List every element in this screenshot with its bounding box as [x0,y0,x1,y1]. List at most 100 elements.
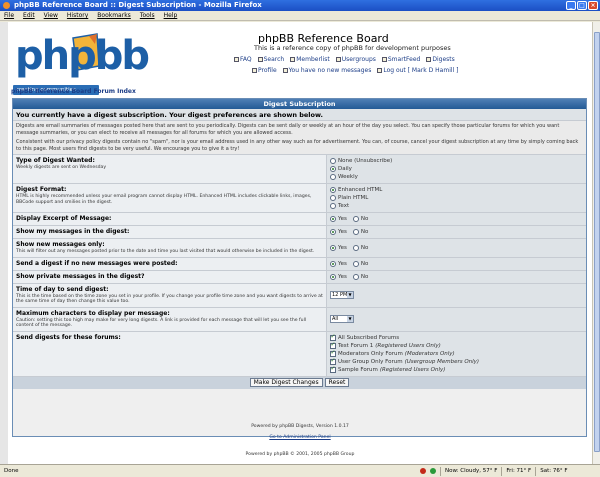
panel-title: Digest Subscription [13,99,586,109]
weather-now[interactable]: Now: Cloudy, 57° F [445,465,497,477]
scrollbar-thumb[interactable] [594,32,600,452]
menu-file[interactable]: File [4,11,14,20]
excerpt-yes[interactable]: Yes [330,215,347,223]
mine-no[interactable]: No [352,228,368,236]
time-label: Time of day to send digest: [16,285,109,293]
option-enhanced-html[interactable]: Enhanced HTML [330,186,583,194]
radio-plain-html[interactable] [330,195,336,201]
weather-saturday[interactable]: Sat: 76° F [540,465,567,477]
weather-friday[interactable]: Fri: 71° F [506,465,531,477]
chevron-down-icon: ▼ [347,316,353,323]
row-new-only: Show new messages only: This will filter… [13,239,586,258]
page-viewport: phpbb creating communities phpBB Referen… [0,22,600,464]
link-logout[interactable]: Log out [ Mark D Hamill ] [377,67,458,74]
minimize-button[interactable]: _ [566,1,576,10]
excerpt-no[interactable]: No [352,215,368,223]
radio-newonly-yes[interactable] [330,244,336,251]
search-icon [257,57,263,62]
forum-test-1[interactable]: Test Forum 1 (Registered Users Only) [330,341,583,350]
private-yes[interactable]: Yes [330,273,347,281]
menu-tools[interactable]: Tools [140,11,155,20]
sendnone-no[interactable]: No [352,260,368,268]
radio-newonly-no[interactable] [352,244,359,251]
forum-moderators[interactable]: Moderators Only Forum (Moderators Only) [330,349,583,358]
radio-daily[interactable] [330,166,336,172]
time-select[interactable]: 12 PM ▼ [330,291,354,300]
digest-format-desc: HTML is highly recommended unless your e… [16,194,312,205]
link-memberlist[interactable]: Memberlist [290,56,330,63]
menu-history[interactable]: History [67,11,88,20]
usergroups-icon [335,57,341,62]
forum-usergroup[interactable]: User Group Only Forum (Usergroup Members… [330,357,583,366]
intro-paragraph-2: Consistent with our privacy policy diges… [16,139,579,152]
forums-label: Send digests for these forums: [16,333,121,341]
submit-button[interactable]: Make Digest Changes [249,378,323,388]
forum-sample[interactable]: Sample Forum (Registered Users Only) [330,365,583,374]
menu-edit[interactable]: Edit [23,11,35,20]
row-excerpt: Display Excerpt of Message: Yes No [13,213,586,226]
link-digests[interactable]: Digests [426,56,455,63]
radio-none[interactable] [330,158,336,164]
option-text[interactable]: Text [330,202,583,210]
radio-sendnone-yes[interactable] [330,260,336,267]
alert-icon[interactable] [420,468,426,474]
form-buttons: Make Digest Changes Reset [13,376,586,389]
option-weekly[interactable]: Weekly [330,173,583,181]
newonly-no[interactable]: No [352,244,368,252]
link-profile[interactable]: Profile [252,67,277,74]
feed-icon [381,57,387,62]
menu-bookmarks[interactable]: Bookmarks [97,11,131,20]
link-faq[interactable]: FAQ [234,56,252,63]
link-search[interactable]: Search [257,56,284,63]
option-daily[interactable]: Daily [330,165,583,173]
subscription-banner: You currently have a digest subscription… [13,109,586,121]
checkbox-sample-forum[interactable] [330,365,336,373]
status-bar: Done Now: Cloudy, 57° F Fri: 71° F Sat: … [0,464,600,477]
menu-view[interactable]: View [44,11,58,20]
messages-icon [282,68,288,73]
breadcrumb[interactable]: phpBB Reference Board Forum Index [11,88,136,95]
new-only-label: Show new messages only: [16,241,105,248]
radio-text[interactable] [330,203,336,209]
row-max-chars: Maximum characters to display per messag… [13,307,586,332]
link-smartfeed[interactable]: SmartFeed [381,56,420,63]
radio-sendnone-no[interactable] [352,260,359,267]
maximize-button[interactable]: □ [577,1,587,10]
max-chars-select[interactable]: All ▼ [330,315,354,324]
radio-weekly[interactable] [330,174,336,180]
radio-private-no[interactable] [352,273,359,280]
option-plain-html[interactable]: Plain HTML [330,194,583,202]
profile-icon [252,68,257,73]
sendnone-yes[interactable]: Yes [330,260,347,268]
status-text: Done [4,468,19,474]
excerpt-label: Display Excerpt of Message: [16,215,112,222]
radio-private-yes[interactable] [330,273,336,280]
chevron-down-icon: ▼ [347,292,353,299]
link-messages[interactable]: You have no new messages [282,67,371,74]
newonly-yes[interactable]: Yes [330,244,347,252]
user-nav-links: Profile You have no new messages Log out… [252,67,458,74]
radio-excerpt-no[interactable] [352,216,359,222]
menubar: File Edit View History Bookmarks Tools H… [0,11,600,21]
radio-enhanced-html[interactable] [330,187,336,193]
private-label: Show private messages in the digest? [16,272,145,280]
link-usergroups[interactable]: Usergroups [335,56,376,63]
forum-all[interactable]: All Subscribed Forums [330,333,583,342]
radio-excerpt-yes[interactable] [330,216,336,222]
radio-mine-no[interactable] [352,229,359,235]
phpbb-logo[interactable]: phpbb creating communities [11,29,150,97]
radio-mine-yes[interactable] [330,229,336,235]
reset-button[interactable]: Reset [324,378,350,388]
ok-icon[interactable] [430,468,436,474]
menu-help[interactable]: Help [164,11,178,20]
window-title: phpBB Reference Board :: Digest Subscrip… [14,1,262,9]
private-no[interactable]: No [352,273,368,281]
admin-panel-link[interactable]: Go to Administration Panel [8,435,592,440]
digest-form: Digest Subscription You currently have a… [12,98,587,437]
option-none[interactable]: None (Unsubscribe) [330,157,583,165]
vertical-scrollbar[interactable] [592,22,600,464]
mine-yes[interactable]: Yes [330,228,347,236]
window-titlebar: phpBB Reference Board :: Digest Subscrip… [0,0,600,11]
max-chars-desc: Caution: setting this too high may make … [16,317,307,329]
close-button[interactable]: × [588,1,598,10]
